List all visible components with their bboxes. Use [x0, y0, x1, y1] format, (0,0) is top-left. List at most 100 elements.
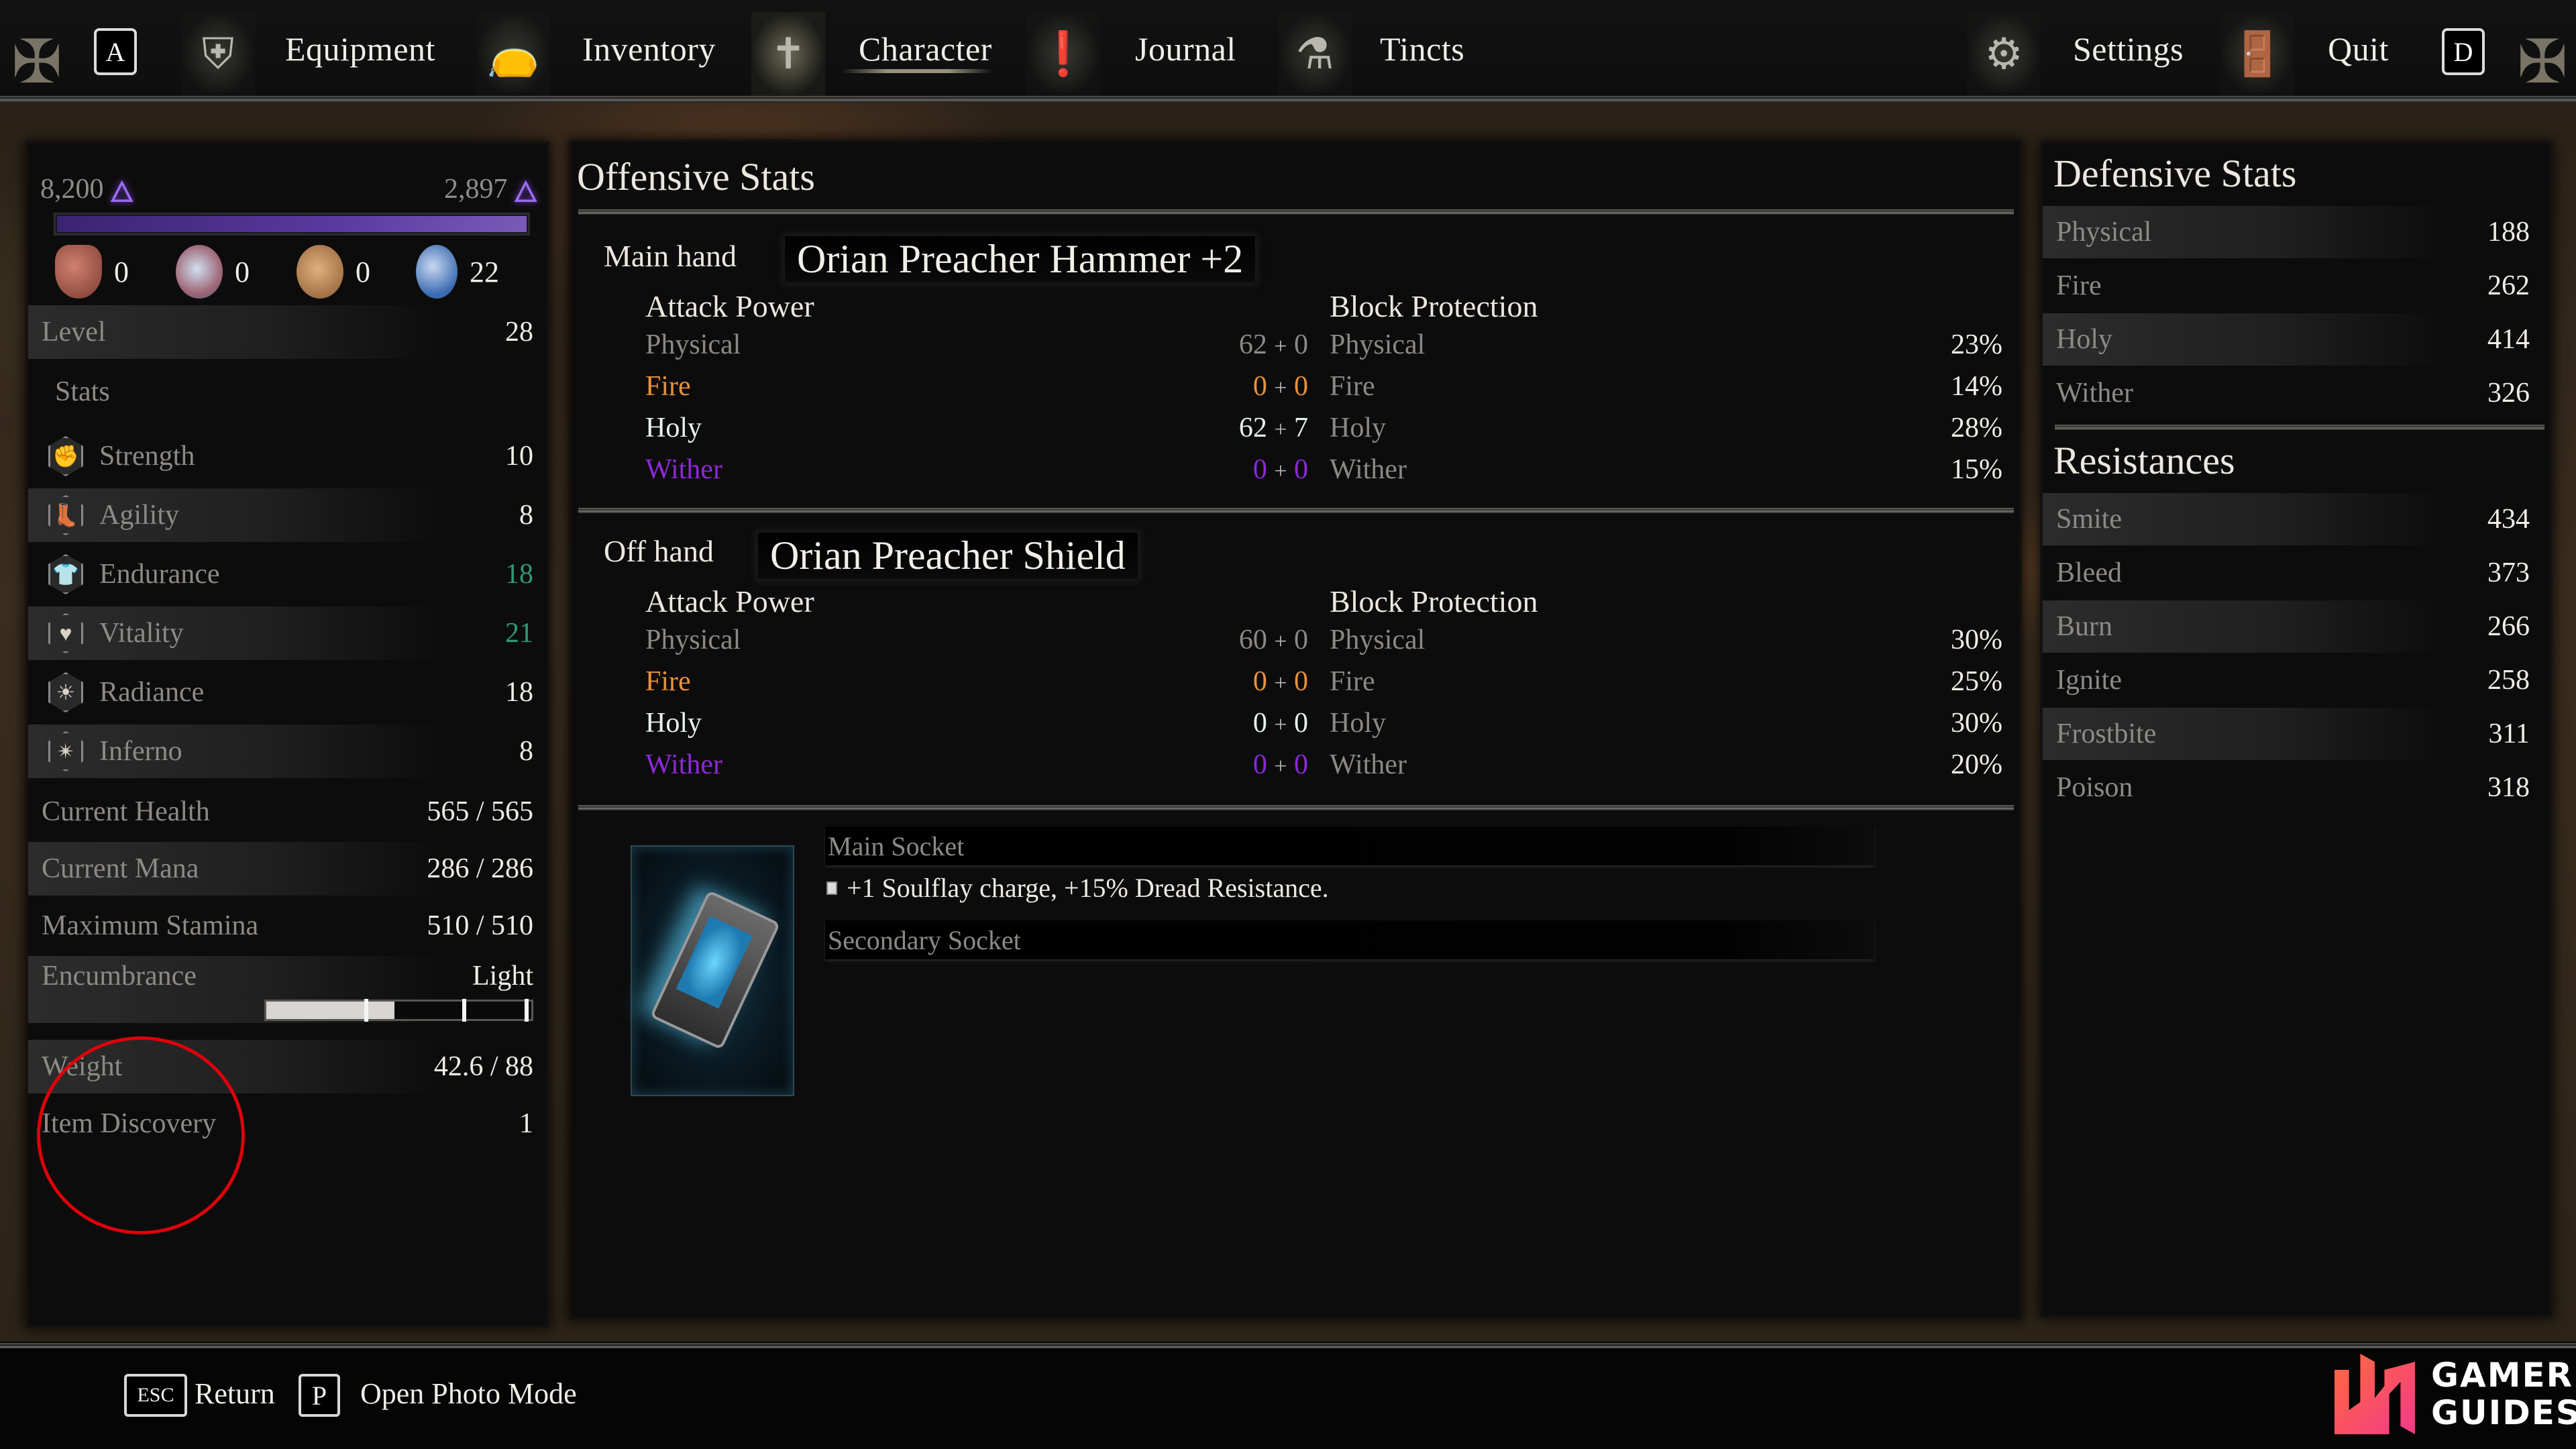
currency-required: 2,897 🜂	[444, 159, 539, 219]
pouch-icon: 👝	[476, 12, 550, 96]
off-block-wither: Wither 20%	[1330, 749, 2002, 781]
soul-lantern-rune-icon	[649, 890, 781, 1051]
next-tab-key[interactable]: D	[2442, 28, 2485, 75]
block-value: 25%	[1951, 666, 2002, 697]
stat-label: Strength	[99, 441, 195, 472]
soul-flame-icon: 🜂	[109, 176, 135, 209]
attack-value: 0 + 0	[1252, 749, 1308, 780]
soul-flame-icon: 🜂	[513, 176, 539, 209]
inferno-icon: ✴	[48, 731, 83, 771]
attack-value: 0 + 0	[1252, 708, 1308, 739]
resistance-label: Ignite	[2056, 665, 2122, 696]
attack-label: Physical	[645, 625, 741, 655]
resource-value: 0	[356, 255, 370, 288]
block-value: 23%	[1951, 329, 2002, 360]
resource-ember-stone: 0	[297, 245, 370, 299]
resistance-row-burn: Burn 266	[2043, 600, 2550, 653]
resistance-value: 318	[2487, 772, 2530, 803]
hand-icon	[55, 245, 102, 299]
open-photo-mode-button[interactable]: Open Photo Mode	[360, 1377, 577, 1411]
resistance-label: Frostbite	[2056, 718, 2157, 749]
main-socket-effect-text: +1 Soulflay charge, +15% Dread Resistanc…	[847, 873, 1329, 903]
stat-label: Agility	[99, 500, 180, 531]
resistance-value: 258	[2487, 665, 2530, 696]
main-socket-header: Main Socket	[825, 826, 1874, 865]
tab-character[interactable]: Character	[859, 0, 992, 97]
tab-tincts[interactable]: Tincts	[1380, 0, 1464, 97]
active-tab-indicator	[842, 69, 993, 73]
prev-tab-key[interactable]: A	[94, 28, 137, 75]
attack-value: 62 + 0	[1238, 329, 1308, 360]
gamer-guides-logo-icon	[2334, 1354, 2415, 1434]
heart-icon: ♥	[48, 613, 83, 653]
main-block-fire: Fire 14%	[1330, 370, 2002, 402]
main-socket-effect: +1 Soulflay charge, +15% Dread Resistanc…	[826, 872, 1329, 904]
esc-key[interactable]: ESC	[124, 1374, 187, 1417]
settings-button[interactable]: Settings	[2073, 0, 2184, 97]
nav-divider	[0, 96, 2576, 103]
defense-label: Fire	[2056, 270, 2102, 301]
watermark-text: GAMER GUIDES	[2431, 1356, 2576, 1432]
off-attack-fire: Fire 0 + 0	[645, 665, 1308, 698]
resistance-row-poison: Poison 318	[2043, 761, 2550, 814]
main-socket-label: Main Socket	[828, 830, 965, 861]
resistance-row-bleed: Bleed 373	[2043, 547, 2550, 599]
door-gate-icon: 🚪	[2220, 12, 2294, 96]
stat-value: 21	[505, 618, 533, 649]
main-attack-physical: Physical 62 + 0	[645, 329, 1308, 361]
section-divider	[2055, 425, 2544, 430]
tab-inventory-label: Inventory	[582, 30, 716, 68]
level-row: Level 28	[28, 305, 547, 359]
section-divider	[578, 508, 2014, 513]
off-hand-item-name[interactable]: Orian Preacher Shield	[758, 533, 1138, 579]
quit-button[interactable]: Quit	[2328, 0, 2389, 97]
stat-row-vitality[interactable]: ♥ Vitality 21	[28, 606, 547, 660]
attack-label: Wither	[645, 749, 722, 780]
level-progress-fill	[57, 216, 527, 232]
tab-journal-label: Journal	[1135, 30, 1236, 68]
stat-row-strength[interactable]: ✊ Strength 10	[28, 429, 547, 483]
stat-row-agility[interactable]: 👢 Agility 8	[28, 488, 547, 542]
attack-label: Holy	[645, 413, 702, 443]
ember-stone-icon	[297, 245, 343, 299]
resistance-label: Poison	[2056, 772, 2133, 803]
tab-inventory[interactable]: Inventory	[582, 0, 716, 97]
attribute-label: Current Mana	[42, 853, 199, 884]
defense-value: 414	[2487, 324, 2530, 355]
main-hand-label: Main hand	[604, 239, 737, 273]
stat-value: 18	[505, 559, 533, 590]
item-discovery-value: 1	[519, 1108, 533, 1139]
offensive-stats-panel: Offensive Stats Main hand Orian Preacher…	[572, 142, 2019, 1318]
defense-row-wither: Wither 326	[2043, 367, 2550, 419]
journal-exclamation-icon: ❗	[1026, 12, 1100, 96]
defense-value: 326	[2487, 378, 2530, 409]
socketed-rune-card[interactable]	[631, 845, 794, 1096]
sun-icon: ☀	[48, 672, 83, 712]
defensive-stats-title: Defensive Stats	[2053, 152, 2297, 195]
tab-equipment[interactable]: Equipment	[285, 0, 435, 97]
defense-row-holy: Holy 414	[2043, 313, 2550, 366]
stat-row-radiance[interactable]: ☀ Radiance 18	[28, 665, 547, 719]
right-corner-ornament-icon: ✠	[2517, 30, 2568, 96]
stat-value: 8	[519, 736, 533, 767]
attribute-label: Current Health	[42, 796, 210, 827]
resistance-value: 434	[2487, 504, 2530, 535]
armor-icon: 👕	[48, 554, 83, 594]
main-hand-item-name[interactable]: Orian Preacher Hammer +2	[785, 236, 1256, 282]
encumbrance-value: Light	[472, 961, 533, 991]
photo-mode-key[interactable]: P	[299, 1374, 340, 1417]
main-attack-wither: Wither 0 + 0	[645, 453, 1308, 486]
stat-label: Radiance	[99, 677, 205, 708]
return-button[interactable]: Return	[195, 1377, 275, 1411]
quit-label: Quit	[2328, 30, 2389, 68]
stat-label: Inferno	[99, 736, 182, 767]
off-block-holy: Holy 30%	[1330, 707, 2002, 739]
defense-value: 188	[2487, 217, 2530, 248]
stat-row-inferno[interactable]: ✴ Inferno 8	[28, 724, 547, 778]
stat-row-endurance[interactable]: 👕 Endurance 18	[28, 547, 547, 601]
stats-heading: Stats	[55, 376, 110, 407]
block-label: Wither	[1330, 454, 1407, 485]
tab-journal[interactable]: Journal	[1135, 0, 1236, 97]
defense-value: 262	[2487, 270, 2530, 301]
block-label: Holy	[1330, 413, 1386, 443]
